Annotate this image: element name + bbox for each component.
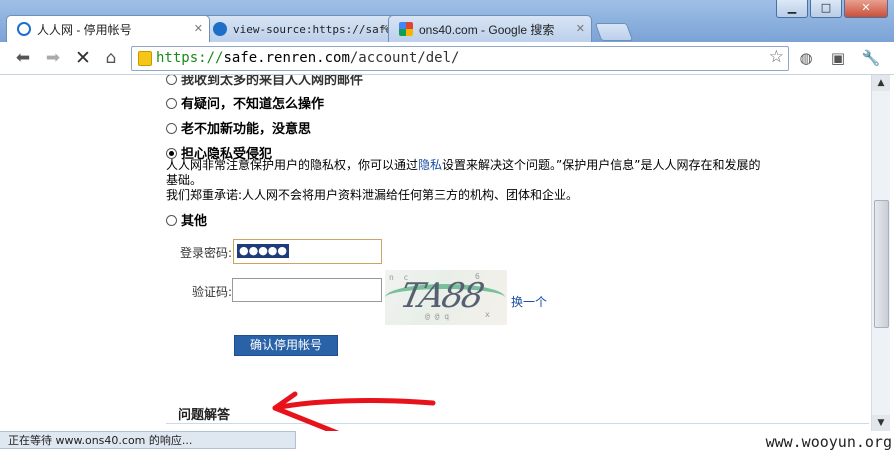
home-icon[interactable]: ⌂ [100,48,122,68]
scroll-down-icon[interactable]: ▼ [872,415,890,431]
address-bar[interactable]: https://safe.renren.com/account/del/ ☆ [131,46,789,71]
maximize-button[interactable]: □ [810,0,842,18]
vertical-scrollbar[interactable]: ▲ ▼ [871,75,890,431]
radio-button[interactable] [166,75,177,85]
red-arrow-annotation [272,391,436,431]
url-text: https://safe.renren.com/account/del/ [156,50,460,66]
google-icon [399,22,413,36]
tab-title: view-source:https://safe [233,22,392,36]
window-controls: ▁ □ ✕ [776,0,888,18]
privacy-description: 人人网非常注意保护用户的隐私权，你可以通过隐私设置来解决这个问题。”保护用户信息… [166,158,761,202]
tab-strip: 人人网 - 停用帐号 ✕ view-source:https://safe ✕ … [6,15,634,42]
tab-renren-deactivate[interactable]: 人人网 - 停用帐号 ✕ [6,15,210,42]
captcha-refresh-link[interactable]: 换一个 [511,293,547,310]
faq-heading: 问题解答 [178,408,231,423]
tab-title: 人人网 - 停用帐号 [37,22,132,37]
globe-icon[interactable]: ◍ [795,48,817,68]
option-too-many-emails[interactable]: 我收到太多的来自人人网的邮件 [166,75,363,88]
option-confused[interactable]: 有疑问，不知道怎么操作 [166,93,324,112]
extension-icon[interactable]: ▣ [827,48,849,68]
captcha-input[interactable] [232,278,382,302]
status-bar: 正在等待 www.ons40.com 的响应... [0,431,296,449]
lock-icon [138,51,152,66]
page-content: 我收到太多的来自人人网的邮件 有疑问，不知道怎么操作 老不加新功能，没意思 担心… [0,75,871,431]
forward-icon[interactable]: ➡ [42,48,64,68]
renren-icon [17,22,31,36]
radio-button[interactable] [166,98,177,109]
bookmark-star-icon[interactable]: ☆ [769,47,784,67]
scroll-up-icon[interactable]: ▲ [872,75,890,91]
tab-title: ons40.com - Google 搜索 [419,22,555,37]
back-icon[interactable]: ⬅ [12,48,34,68]
close-tab-icon[interactable]: ✕ [194,22,203,35]
tab-view-source[interactable]: view-source:https://safe ✕ [202,15,396,42]
minimize-button[interactable]: ▁ [776,0,808,18]
watermark: www.wooyun.org [765,433,892,451]
confirm-deactivate-button[interactable]: 确认停用帐号 [234,335,338,356]
password-label: 登录密码: [179,246,232,260]
renren-icon [213,22,227,36]
password-input[interactable]: ●●●●● [233,239,382,264]
tab-google-search[interactable]: ons40.com - Google 搜索 ✕ [388,15,592,42]
captcha-image[interactable]: n c 6 x @ @ q TA88 [385,270,507,325]
radio-button[interactable] [166,215,177,226]
wrench-icon[interactable]: 🔧 [860,48,882,68]
radio-button[interactable] [166,123,177,134]
privacy-settings-link[interactable]: 隐私 [418,158,442,172]
scroll-thumb[interactable] [874,200,889,328]
browser-toolbar: ⬅ ➡ ✕ ⌂ https://safe.renren.com/account/… [0,42,894,75]
captcha-label: 验证码: [191,285,232,299]
option-no-new-features[interactable]: 老不加新功能，没意思 [166,118,311,137]
option-other[interactable]: 其他 [166,210,207,229]
close-tab-icon[interactable]: ✕ [576,22,585,35]
browser-titlebar: ▁ □ ✕ 人人网 - 停用帐号 ✕ view-source:https://s… [0,0,894,42]
close-window-button[interactable]: ✕ [844,0,888,18]
stop-icon[interactable]: ✕ [72,48,94,68]
new-tab-button[interactable] [594,23,634,41]
